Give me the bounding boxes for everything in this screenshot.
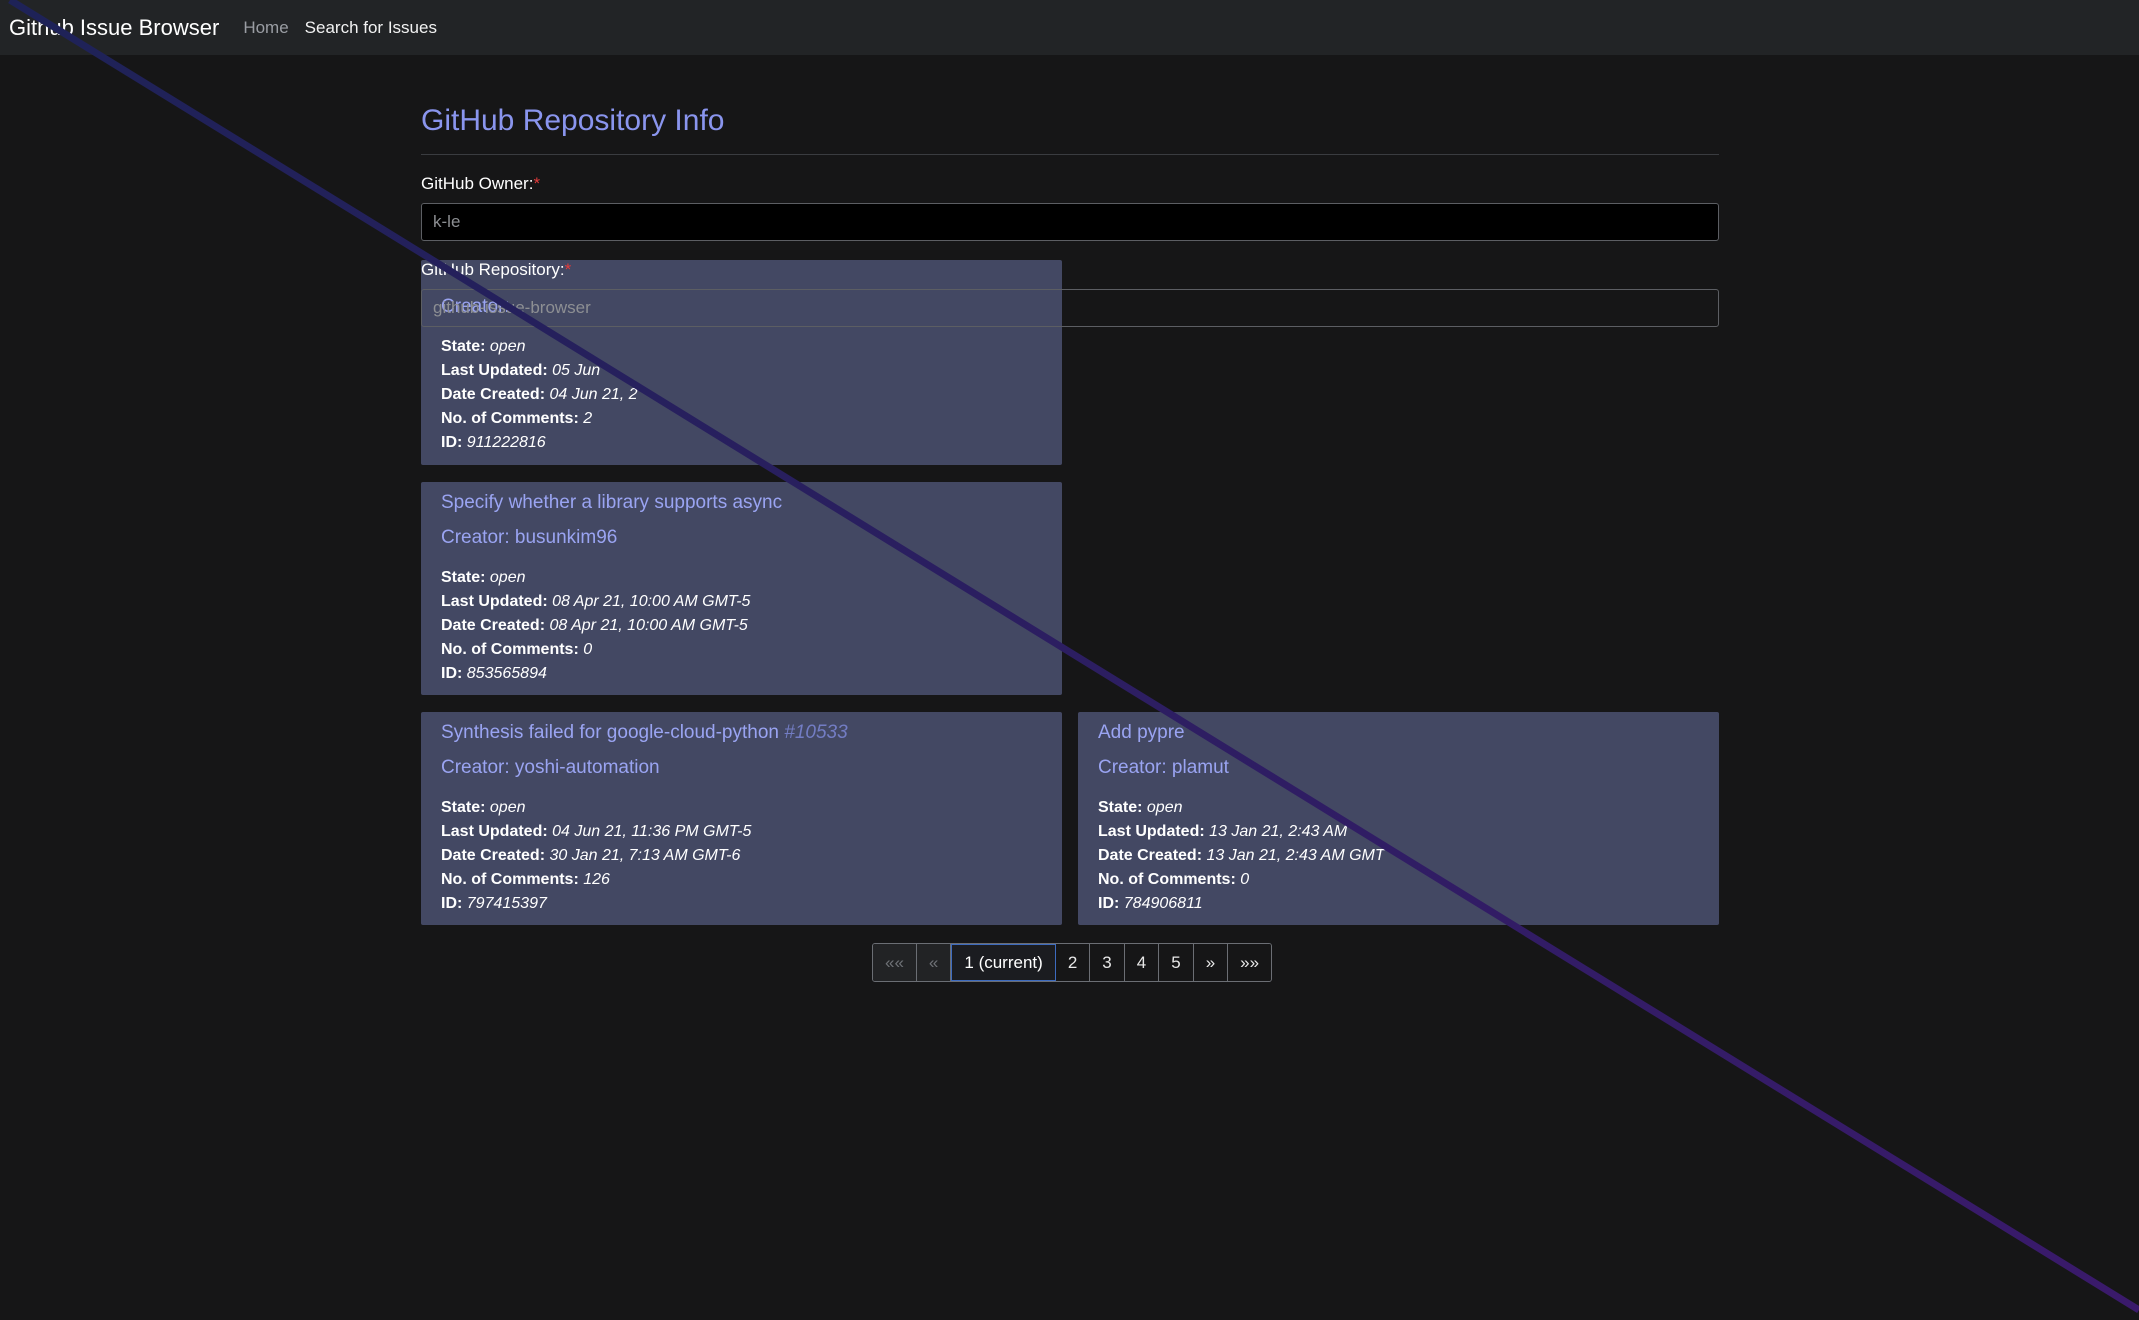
- date-created-value: 30 Jan 21, 7:13 AM GMT-6: [549, 847, 741, 864]
- owner-label-text: GitHub Owner:: [421, 174, 534, 193]
- comments-value: 0: [583, 641, 593, 658]
- issue-title[interactable]: Specify whether a library supports async: [441, 492, 782, 514]
- issue-meta: State: open Last Updated: 08 Apr 21, 10:…: [441, 566, 750, 686]
- title-divider: [421, 154, 1719, 155]
- last-updated-value: 04 Jun 21, 11:36 PM GMT-5: [552, 823, 752, 840]
- last-updated-label: Last Updated:: [1098, 823, 1205, 840]
- nav-link-home[interactable]: Home: [243, 18, 288, 38]
- last-updated-label: Last Updated:: [441, 823, 548, 840]
- app-brand[interactable]: Github Issue Browser: [9, 15, 219, 41]
- page-5-button[interactable]: 5: [1159, 944, 1194, 981]
- state-label: State:: [441, 338, 486, 355]
- date-created-label: Date Created:: [1098, 847, 1203, 864]
- page-2-button[interactable]: 2: [1055, 944, 1091, 981]
- first-page-button[interactable]: ««: [873, 944, 917, 981]
- state-label: State:: [441, 799, 486, 816]
- state-value: open: [489, 569, 526, 586]
- state-value: open: [489, 799, 526, 816]
- comments-label: No. of Comments:: [441, 641, 579, 658]
- id-value: 797415397: [466, 895, 547, 912]
- issue-card: Synthesis failed for google-cloud-python…: [421, 712, 1062, 925]
- issue-meta: State: open Last Updated: 05 Jun Date Cr…: [441, 335, 638, 455]
- page-3-button[interactable]: 3: [1090, 944, 1125, 981]
- issue-creator[interactable]: Creator: busunkim96: [441, 527, 617, 549]
- comments-label: No. of Comments:: [441, 410, 579, 427]
- issue-title-text[interactable]: Synthesis failed for google-cloud-python: [441, 722, 779, 743]
- date-created-value: 08 Apr 21, 10:00 AM GMT-5: [549, 617, 748, 634]
- date-created-label: Date Created:: [441, 847, 546, 864]
- state-value: open: [1146, 799, 1183, 816]
- state-label: State:: [441, 569, 486, 586]
- comments-value: 126: [583, 871, 610, 888]
- diagonal-overlay: [0, 0, 2139, 1320]
- issue-card: Add pypre Creator: plamut State: open La…: [1078, 712, 1719, 925]
- required-marker: *: [564, 260, 572, 279]
- last-page-button[interactable]: »»: [1228, 944, 1272, 981]
- date-created-label: Date Created:: [441, 617, 546, 634]
- state-value: open: [489, 338, 526, 355]
- issue-creator[interactable]: Creator: plamut: [1098, 757, 1229, 779]
- comments-label: No. of Comments:: [1098, 871, 1236, 888]
- id-label: ID:: [441, 434, 463, 451]
- last-updated-value: 13 Jan 21, 2:43 AM: [1209, 823, 1348, 840]
- current-page-button[interactable]: 1 (current): [951, 944, 1056, 981]
- issue-title-text[interactable]: Specify whether a library supports async: [441, 492, 782, 513]
- issue-card: Specify whether a library supports async…: [421, 482, 1062, 695]
- id-label: ID:: [441, 665, 463, 682]
- id-value: 784906811: [1123, 895, 1203, 912]
- repository-input[interactable]: [421, 289, 1719, 327]
- pagination: «« « 1 (current) 2 3 4 5 » »»: [872, 943, 1273, 982]
- last-updated-value: 08 Apr 21, 10:00 AM GMT-5: [552, 593, 751, 610]
- date-created-label: Date Created:: [441, 386, 546, 403]
- issue-title[interactable]: Add pypre: [1098, 722, 1185, 744]
- id-label: ID:: [1098, 895, 1120, 912]
- issue-meta: State: open Last Updated: 13 Jan 21, 2:4…: [1098, 796, 1385, 916]
- comments-label: No. of Comments:: [441, 871, 579, 888]
- previous-page-button[interactable]: «: [916, 944, 952, 981]
- comments-value: 2: [583, 410, 593, 427]
- diagonal-line: [8, 0, 2139, 1313]
- issue-creator[interactable]: Creator: yoshi-automation: [441, 757, 660, 779]
- owner-input[interactable]: [421, 203, 1719, 241]
- nav-link-search-issues[interactable]: Search for Issues: [305, 18, 437, 38]
- overlay-mask: [0, 0, 2139, 1320]
- id-value: 911222816: [466, 434, 546, 451]
- page-title: GitHub Repository Info: [421, 104, 725, 137]
- last-updated-label: Last Updated:: [441, 362, 548, 379]
- last-updated-label: Last Updated:: [441, 593, 548, 610]
- next-page-button[interactable]: »: [1193, 944, 1229, 981]
- issue-title[interactable]: Synthesis failed for google-cloud-python…: [441, 722, 848, 744]
- last-updated-value: 05 Jun: [552, 362, 601, 379]
- id-value: 853565894: [466, 665, 547, 682]
- page-4-button[interactable]: 4: [1124, 944, 1160, 981]
- owner-label: GitHub Owner:*: [421, 174, 540, 194]
- state-label: State:: [1098, 799, 1143, 816]
- issue-title-text[interactable]: Add pypre: [1098, 722, 1185, 743]
- issue-meta: State: open Last Updated: 04 Jun 21, 11:…: [441, 796, 751, 916]
- repository-label-text: GitHub Repository:: [421, 260, 565, 279]
- required-marker: *: [533, 174, 541, 193]
- issue-number[interactable]: #10533: [784, 722, 847, 743]
- comments-value: 0: [1240, 871, 1250, 888]
- id-label: ID:: [441, 895, 463, 912]
- repository-label: GitHub Repository:*: [421, 260, 571, 280]
- date-created-value: 13 Jan 21, 2:43 AM GMT: [1206, 847, 1385, 864]
- date-created-value: 04 Jun 21, 2: [549, 386, 638, 403]
- top-navbar: Github Issue Browser Home Search for Iss…: [0, 0, 2139, 55]
